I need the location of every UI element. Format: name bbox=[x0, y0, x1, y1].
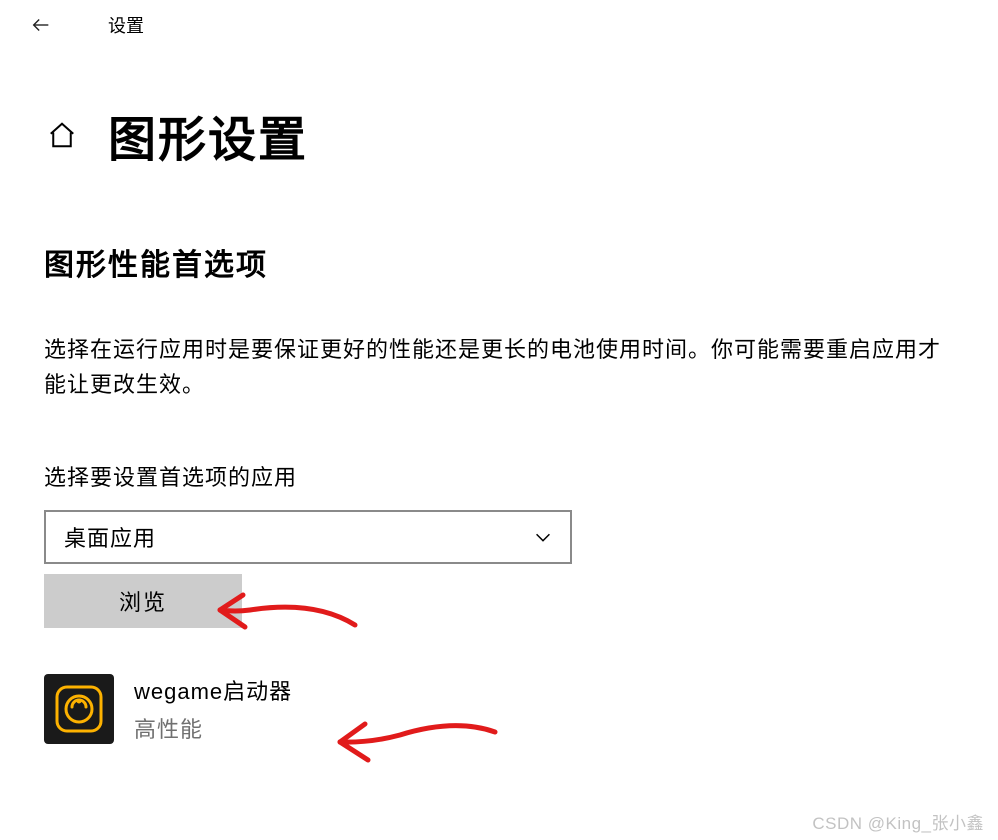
app-list-item[interactable]: wegame启动器 高性能 bbox=[44, 674, 954, 744]
app-status: 高性能 bbox=[134, 712, 292, 744]
page-header: 图形设置 bbox=[0, 40, 998, 170]
back-arrow-icon[interactable] bbox=[28, 12, 54, 38]
section-description: 选择在运行应用时是要保证更好的性能还是更长的电池使用时间。你可能需要重启应用才能… bbox=[44, 332, 944, 402]
browse-button[interactable]: 浏览 bbox=[44, 574, 242, 628]
app-select-label: 选择要设置首选项的应用 bbox=[44, 460, 954, 492]
app-type-dropdown[interactable]: 桌面应用 bbox=[44, 510, 572, 564]
app-name: wegame启动器 bbox=[134, 674, 292, 706]
section-heading: 图形性能首选项 bbox=[44, 240, 954, 284]
page-title: 图形设置 bbox=[108, 100, 308, 170]
watermark: CSDN @King_张小鑫 bbox=[812, 809, 984, 834]
home-icon[interactable] bbox=[44, 117, 80, 153]
topbar-title: 设置 bbox=[108, 12, 144, 38]
wegame-app-icon bbox=[44, 674, 114, 744]
app-text: wegame启动器 高性能 bbox=[134, 674, 292, 744]
top-bar: 设置 bbox=[0, 0, 998, 40]
dropdown-selected-value: 桌面应用 bbox=[64, 521, 156, 553]
browse-button-label: 浏览 bbox=[119, 585, 167, 617]
main-section: 图形性能首选项 选择在运行应用时是要保证更好的性能还是更长的电池使用时间。你可能… bbox=[0, 170, 998, 744]
chevron-down-icon bbox=[530, 524, 556, 550]
